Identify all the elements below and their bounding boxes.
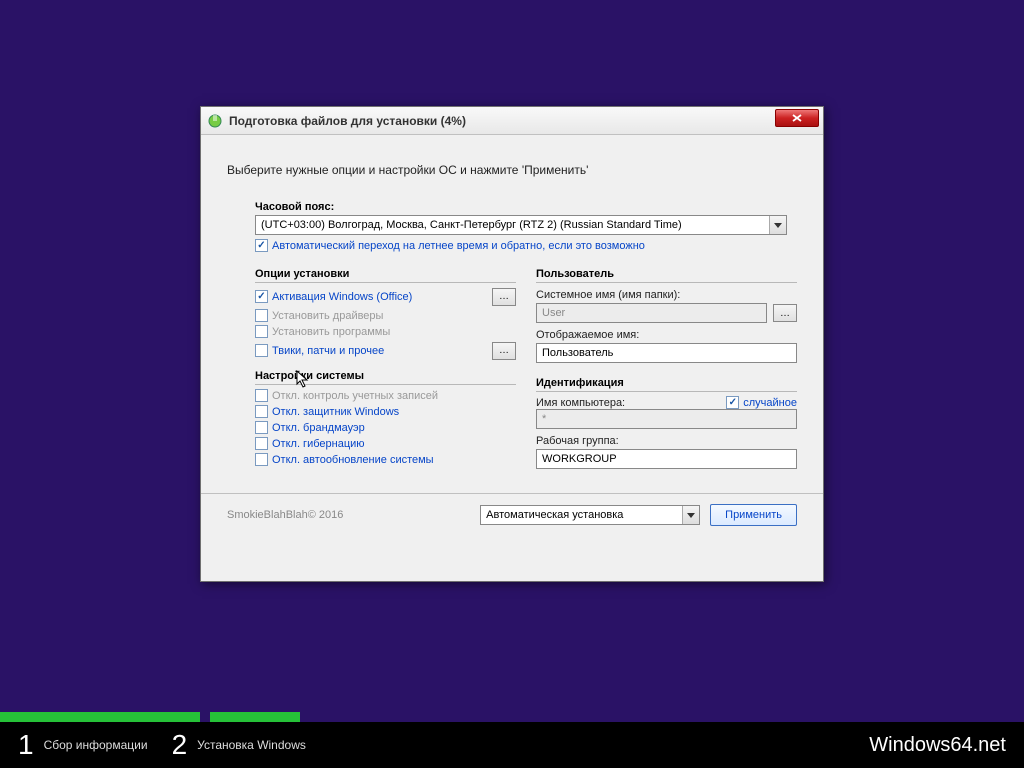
dst-label: Автоматический переход на летнее время и… — [272, 240, 645, 252]
progress-segment-2 — [210, 712, 300, 722]
brand-text: Windows64.net — [869, 734, 1006, 757]
close-button[interactable] — [775, 109, 819, 127]
workgroup-label: Рабочая группа: — [536, 435, 797, 447]
progress-segment-1 — [0, 712, 200, 722]
workgroup-input[interactable] — [536, 449, 797, 469]
setup-icon — [207, 113, 223, 129]
random-checkbox[interactable] — [726, 396, 739, 409]
chevron-down-icon — [687, 513, 695, 518]
computer-input — [536, 409, 797, 429]
defender-checkbox[interactable] — [255, 405, 268, 418]
activation-checkbox[interactable] — [255, 290, 268, 303]
step-1-label: Сбор информации — [44, 738, 148, 752]
copyright-text: SmokieBlahBlah© 2016 — [227, 509, 470, 521]
system-settings-title: Настройки системы — [255, 370, 516, 385]
defender-label: Откл. защитник Windows — [272, 406, 399, 418]
step-1: 1 Сбор информации — [18, 729, 148, 761]
install-mode-value[interactable] — [481, 506, 682, 524]
install-options-title: Опции установки — [255, 268, 516, 283]
step-1-number: 1 — [18, 729, 34, 761]
progress-bar — [0, 712, 1024, 722]
drivers-checkbox — [255, 309, 268, 322]
computer-label: Имя компьютера: — [536, 397, 625, 409]
ident-title: Идентификация — [536, 377, 797, 392]
firewall-checkbox[interactable] — [255, 421, 268, 434]
divider — [201, 493, 823, 494]
chevron-down-icon — [774, 223, 782, 228]
dispname-label: Отображаемое имя: — [536, 329, 797, 341]
firewall-label: Откл. брандмауэр — [272, 422, 365, 434]
uac-checkbox — [255, 389, 268, 402]
timezone-dropdown-button[interactable] — [769, 216, 786, 234]
close-icon — [792, 114, 802, 122]
uac-label: Откл. контроль учетных записей — [272, 390, 438, 402]
random-label: случайное — [743, 397, 797, 409]
autoupdate-label: Откл. автообновление системы — [272, 454, 434, 466]
user-title: Пользователь — [536, 268, 797, 283]
programs-label: Установить программы — [272, 326, 390, 338]
activation-browse-button[interactable]: … — [492, 288, 516, 306]
timezone-combo[interactable] — [255, 215, 787, 235]
bottom-bar: 1 Сбор информации 2 Установка Windows Wi… — [0, 722, 1024, 768]
step-2-number: 2 — [172, 729, 188, 761]
dst-checkbox[interactable] — [255, 239, 268, 252]
sysname-input[interactable] — [536, 303, 767, 323]
activation-label: Активация Windows (Office) — [272, 291, 412, 303]
apply-button[interactable]: Применить — [710, 504, 797, 526]
dialog-title: Подготовка файлов для установки (4%) — [229, 114, 466, 128]
tweaks-browse-button[interactable]: … — [492, 342, 516, 360]
drivers-label: Установить драйверы — [272, 310, 383, 322]
setup-dialog: Подготовка файлов для установки (4%) Выб… — [200, 106, 824, 582]
step-2: 2 Установка Windows — [172, 729, 306, 761]
timezone-value[interactable] — [256, 216, 769, 234]
hibernate-label: Откл. гибернацию — [272, 438, 365, 450]
dispname-input[interactable] — [536, 343, 797, 363]
autoupdate-checkbox[interactable] — [255, 453, 268, 466]
step-2-label: Установка Windows — [197, 738, 306, 752]
install-mode-dropdown-button[interactable] — [682, 506, 699, 524]
instruction-text: Выберите нужные опции и настройки ОС и н… — [227, 163, 797, 177]
programs-checkbox — [255, 325, 268, 338]
right-column: Пользователь Системное имя (имя папки): … — [536, 268, 797, 469]
sysname-browse-button[interactable]: … — [773, 304, 797, 322]
titlebar: Подготовка файлов для установки (4%) — [201, 107, 823, 135]
hibernate-checkbox[interactable] — [255, 437, 268, 450]
tweaks-checkbox[interactable] — [255, 344, 268, 357]
install-mode-combo[interactable] — [480, 505, 700, 525]
timezone-label: Часовой пояс: — [255, 201, 787, 213]
sysname-label: Системное имя (имя папки): — [536, 289, 797, 301]
left-column: Опции установки Активация Windows (Offic… — [255, 268, 516, 469]
tweaks-label: Твики, патчи и прочее — [272, 345, 384, 357]
